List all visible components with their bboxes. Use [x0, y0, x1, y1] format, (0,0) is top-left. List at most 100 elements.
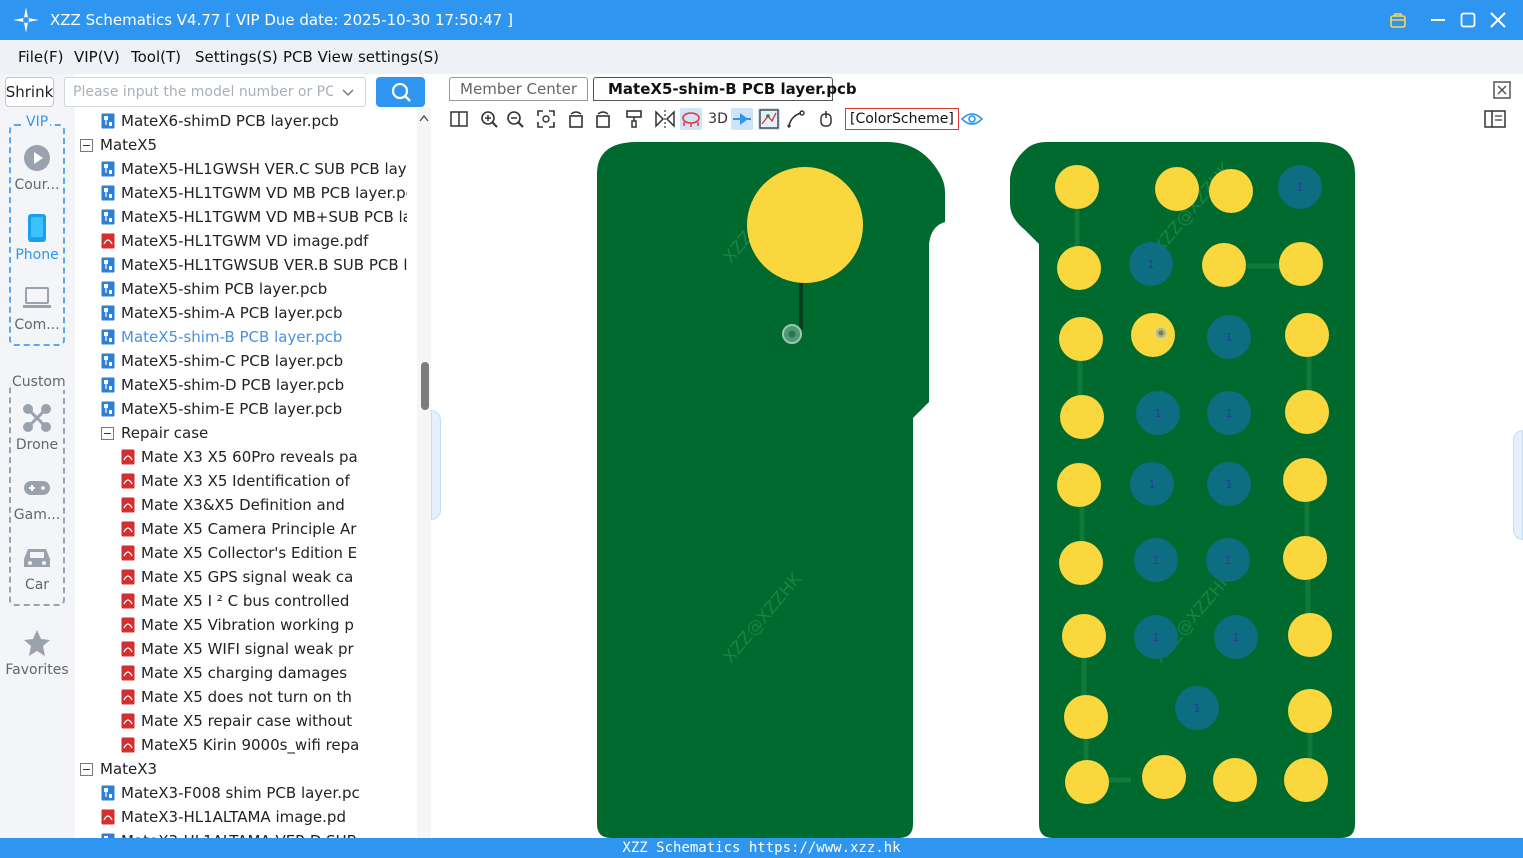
- tree-file[interactable]: MateX5-HL1TGWM VD MB PCB layer.pcb: [101, 181, 407, 205]
- pad[interactable]: [1131, 313, 1175, 357]
- pad[interactable]: [1064, 695, 1108, 739]
- close-icon[interactable]: [1486, 8, 1510, 32]
- tree-file[interactable]: MateX6-shimD PCB layer.pcb: [101, 109, 407, 133]
- menu-pcb-view-settings[interactable]: PCB View settings(S): [283, 48, 439, 66]
- category-drone[interactable]: Drone: [2, 403, 72, 453]
- pin-label[interactable]: 1: [1226, 407, 1233, 420]
- tree-file[interactable]: MateX5-HL1TGWSUB VER.B SUB PCB layer.pcb: [101, 253, 407, 277]
- pad[interactable]: [1059, 541, 1103, 585]
- category-game[interactable]: Gam...: [2, 473, 72, 523]
- tree-scrollbar-thumb[interactable]: [421, 362, 429, 410]
- tree-folder[interactable]: − MateX5: [80, 133, 407, 157]
- tree-file[interactable]: MateX5-shim-B PCB layer.pcb: [101, 325, 407, 349]
- pcb-canvas[interactable]: XZZ@XZZHKXZZ@XZZHKXZZ@XZZHKXZZ@XZZHK1111…: [441, 134, 1513, 838]
- board-view-icon[interactable]: [758, 108, 780, 130]
- mirror-icon[interactable]: [654, 108, 676, 130]
- pin-label[interactable]: 1: [1226, 331, 1233, 344]
- tree-file[interactable]: MateX5-shim PCB layer.pcb: [101, 277, 407, 301]
- tree-file[interactable]: Mate X5 I ² C bus controlled: [121, 589, 407, 613]
- vip-bag-icon[interactable]: [1386, 8, 1410, 32]
- pad[interactable]: [1284, 758, 1328, 802]
- minimize-icon[interactable]: [1426, 8, 1450, 32]
- pad[interactable]: [1060, 395, 1104, 439]
- view-3d-button[interactable]: 3D: [705, 108, 731, 130]
- pcb-drawing[interactable]: XZZ@XZZHKXZZ@XZZHKXZZ@XZZHKXZZ@XZZHK1111…: [441, 134, 1513, 838]
- tree-file[interactable]: MateX5-shim-D PCB layer.pcb: [101, 373, 407, 397]
- scroll-up-icon[interactable]: [419, 114, 429, 122]
- format-painter-icon[interactable]: [623, 108, 645, 130]
- pad[interactable]: [1288, 613, 1332, 657]
- tree-file[interactable]: Mate X3 X5 60Pro reveals pa: [121, 445, 407, 469]
- pad[interactable]: [1062, 614, 1106, 658]
- tree-file[interactable]: Mate X5 WIFI signal weak pr: [121, 637, 407, 661]
- zoom-out-icon[interactable]: [504, 108, 526, 130]
- tree-file[interactable]: MateX5-HL1GWSH VER.C SUB PCB layer.pcb: [101, 157, 407, 181]
- pad[interactable]: [1057, 463, 1101, 507]
- search-button[interactable]: [376, 77, 425, 107]
- search-field[interactable]: [64, 77, 366, 107]
- tree-file[interactable]: MateX5-HL1TGWM VD MB+SUB PCB layer.pcb: [101, 205, 407, 229]
- pin-label[interactable]: 1: [1153, 631, 1160, 644]
- tree-file[interactable]: Mate X3 X5 Identification of: [121, 469, 407, 493]
- tree-file[interactable]: MateX3-HL1ALTAMA VER.D SUB: [101, 829, 407, 838]
- maximize-icon[interactable]: [1456, 8, 1480, 32]
- tree-file[interactable]: Mate X5 does not turn on th: [121, 685, 407, 709]
- tree-file[interactable]: Mate X5 Collector's Edition E: [121, 541, 407, 565]
- tree-file[interactable]: MateX5-shim-A PCB layer.pcb: [101, 301, 407, 325]
- rotate-left-icon[interactable]: [565, 108, 587, 130]
- pad[interactable]: [1209, 169, 1253, 213]
- trace-route-icon[interactable]: [785, 108, 807, 130]
- flip-board-icon[interactable]: [680, 108, 702, 130]
- menu-tool[interactable]: Tool(T): [131, 48, 181, 66]
- tree-file[interactable]: MateX5 Kirin 9000s_wifi repa: [121, 733, 407, 757]
- pin-label[interactable]: 1: [1226, 478, 1233, 491]
- category-car[interactable]: Car: [2, 543, 72, 593]
- zoom-in-icon[interactable]: [478, 108, 500, 130]
- tree-file[interactable]: MateX5-shim-C PCB layer.pcb: [101, 349, 407, 373]
- net-highlight-icon[interactable]: [731, 108, 753, 130]
- pan-hand-icon[interactable]: [815, 108, 837, 130]
- pad[interactable]: [1213, 758, 1257, 802]
- tree-file[interactable]: Mate X5 Vibration working p: [121, 613, 407, 637]
- tree-file[interactable]: MateX5-shim-E PCB layer.pcb: [101, 397, 407, 421]
- pad[interactable]: [1155, 167, 1199, 211]
- pad[interactable]: [1283, 536, 1327, 580]
- pin-label[interactable]: 1: [1225, 554, 1232, 567]
- pin-label[interactable]: 1: [1149, 478, 1156, 491]
- visibility-eye-icon[interactable]: [961, 108, 983, 130]
- category-courses[interactable]: Cour...: [2, 143, 72, 193]
- menu-vip[interactable]: VIP(V): [74, 48, 120, 66]
- collapse-right-panel-handle[interactable]: [1513, 430, 1523, 540]
- close-all-tabs-icon[interactable]: [1491, 79, 1513, 101]
- pin-label[interactable]: 1: [1194, 702, 1201, 715]
- pad[interactable]: [1055, 165, 1099, 209]
- collapse-left-panel-handle[interactable]: [431, 410, 441, 520]
- tree-folder[interactable]: − Repair case: [101, 421, 407, 445]
- tree-scrollbar[interactable]: [417, 108, 431, 838]
- tree-folder[interactable]: − MateX3: [80, 757, 407, 781]
- pin-label[interactable]: 1: [1233, 631, 1240, 644]
- pad[interactable]: [1285, 313, 1329, 357]
- menu-settings[interactable]: Settings(S): [195, 48, 278, 66]
- tree-file[interactable]: Mate X5 repair case without: [121, 709, 407, 733]
- split-view-icon[interactable]: [448, 108, 470, 130]
- collapse-toggle-icon[interactable]: −: [101, 426, 114, 440]
- side-panel-toggle-icon[interactable]: [1484, 108, 1506, 130]
- tree-file[interactable]: MateX3-HL1ALTAMA image.pd: [101, 805, 407, 829]
- pin-label[interactable]: 1: [1148, 258, 1155, 271]
- rotate-right-icon[interactable]: [592, 108, 614, 130]
- pad[interactable]: [1285, 390, 1329, 434]
- pin-label[interactable]: 1: [1297, 181, 1304, 194]
- pad[interactable]: [1288, 689, 1332, 733]
- category-computer[interactable]: Com...: [2, 283, 72, 333]
- tree-file[interactable]: Mate X5 GPS signal weak ca: [121, 565, 407, 589]
- collapse-toggle-icon[interactable]: −: [80, 762, 93, 776]
- tree-file[interactable]: MateX3-F008 shim PCB layer.pc: [101, 781, 407, 805]
- tab-active-file[interactable]: MateX5-shim-B PCB layer.pcb: [593, 77, 857, 101]
- via-hole[interactable]: [788, 330, 796, 338]
- pad[interactable]: [1202, 243, 1246, 287]
- menu-file[interactable]: File(F): [18, 48, 63, 66]
- fit-view-icon[interactable]: [535, 108, 557, 130]
- category-phone[interactable]: Phone: [2, 213, 72, 263]
- pad[interactable]: [1059, 317, 1103, 361]
